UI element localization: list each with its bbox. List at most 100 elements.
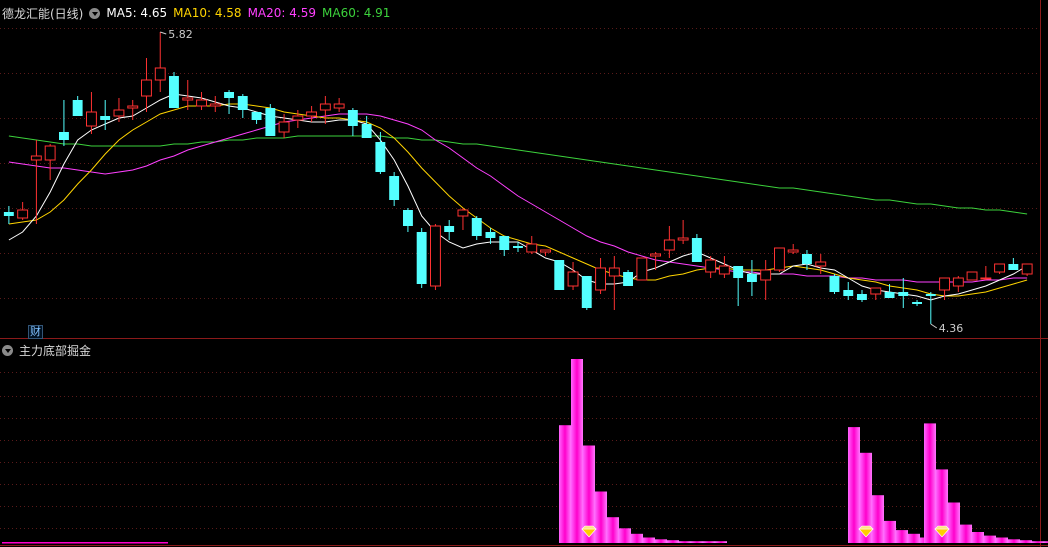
indicator-bar [848,427,860,543]
candle-body-down [100,116,111,120]
indicator-bar [619,528,631,543]
indicator-bar [1020,540,1032,543]
candle-body-up [182,97,194,101]
ma-dropdown-icon[interactable] [89,7,101,19]
candle-body-down [1008,264,1019,270]
candle-body-up [1021,263,1033,275]
annotation-label: 4.36 [939,322,964,335]
candle-body-down [251,112,262,120]
candle-body-up [44,145,56,161]
candle-body-up [608,267,620,277]
ma5-line [8,93,1028,301]
candle-body-up [815,261,827,267]
finance-badge[interactable]: 财 [28,325,43,339]
candle-body-up [663,239,675,251]
indicator-bar [972,532,984,543]
candle-body-up [306,111,318,117]
indicator-bar [631,533,643,543]
candle-body-up [718,265,730,275]
candle-body-up [154,67,166,81]
candle-body-up [209,103,221,107]
indicator-bar [996,537,1008,543]
candle-body-up [292,115,304,121]
indicator-bar [1032,541,1044,543]
candle-body-up [939,277,950,291]
candle-body-up [636,257,648,281]
ma20-label: MA20: 4.59 [247,6,316,20]
candle-body-up [141,79,152,97]
sub-header: 主力底部掘金 [2,341,97,359]
candle-body-down [169,76,179,108]
indicator-dropdown-icon[interactable] [2,344,13,356]
candle-body-down [237,96,248,110]
indicator-bar [571,359,583,543]
candle-body-up [17,209,29,219]
candle-body-up [966,271,978,281]
candle-body-down [925,294,936,296]
indicator-bar [960,524,972,543]
indicator-bar [559,425,571,543]
candle-body-down [581,276,592,308]
candle-body-down [499,236,510,250]
candle-body-up [278,121,290,133]
candle-body-down [72,100,83,116]
candle-body-up [196,99,208,107]
candle-body-down [691,238,702,262]
candle-body-down [444,226,455,232]
indicator-bar [1008,539,1020,543]
candle-body-up [540,249,551,253]
candle-body-up [30,155,42,161]
ma60-label: MA60: 4.91 [322,6,391,20]
indicator-bar [667,540,679,543]
candle-body-down [224,92,234,98]
candle-body-down [403,210,413,226]
candle-body-up [86,111,97,127]
candle-body-up [595,267,606,291]
indicator-bars [2,359,1048,544]
candle-body-up [994,263,1005,273]
indicator-bar [924,423,936,543]
indicator-baseline-bar [2,542,168,544]
candle-body-down [361,124,372,138]
candle-body-down [485,232,496,238]
indicator-bar [691,541,703,543]
candle-body-up [952,277,964,287]
candle-body-down [59,132,69,140]
candle-body-up [760,269,772,281]
indicator-bar [872,495,884,543]
indicator-bar [896,530,908,543]
candle-body-down [375,142,386,172]
indicator-bar [703,541,715,543]
candle-body-down [389,176,400,200]
candle-body-down [857,294,867,300]
ma5-label: MA5: 4.65 [106,6,168,20]
annotation-label: 5.82 [168,28,193,41]
candle-body-down [416,232,427,284]
indicator-bar [643,537,655,543]
candle-body-up [526,243,538,253]
candle-body-up [457,209,469,217]
candle-body-down [554,260,565,290]
stock-name: 德龙汇能(日线) [2,6,84,21]
candle-body-down [747,274,757,282]
candle-body-up [980,277,992,280]
candle-body-down [884,292,895,298]
candle-body-up [774,247,785,271]
indicator-bar [679,541,691,543]
ma20-line [8,113,1028,283]
indicator-bar [1044,541,1048,543]
candle-body-down [513,246,523,248]
indicator-bar [607,517,619,543]
indicator-bar [595,491,607,543]
indicator-bar [908,533,920,543]
candle-body-down [623,272,633,286]
candle-body-up [127,105,139,109]
candle-body-down [802,254,812,264]
indicator-bar [715,541,727,543]
candle-body-up [677,237,689,241]
kline-chart: 5.82 4.36 [0,0,1048,547]
candle-body-up [705,259,717,273]
candle-body-down [898,292,909,296]
candle-body-up [319,103,331,111]
candle-body-up [870,287,882,295]
